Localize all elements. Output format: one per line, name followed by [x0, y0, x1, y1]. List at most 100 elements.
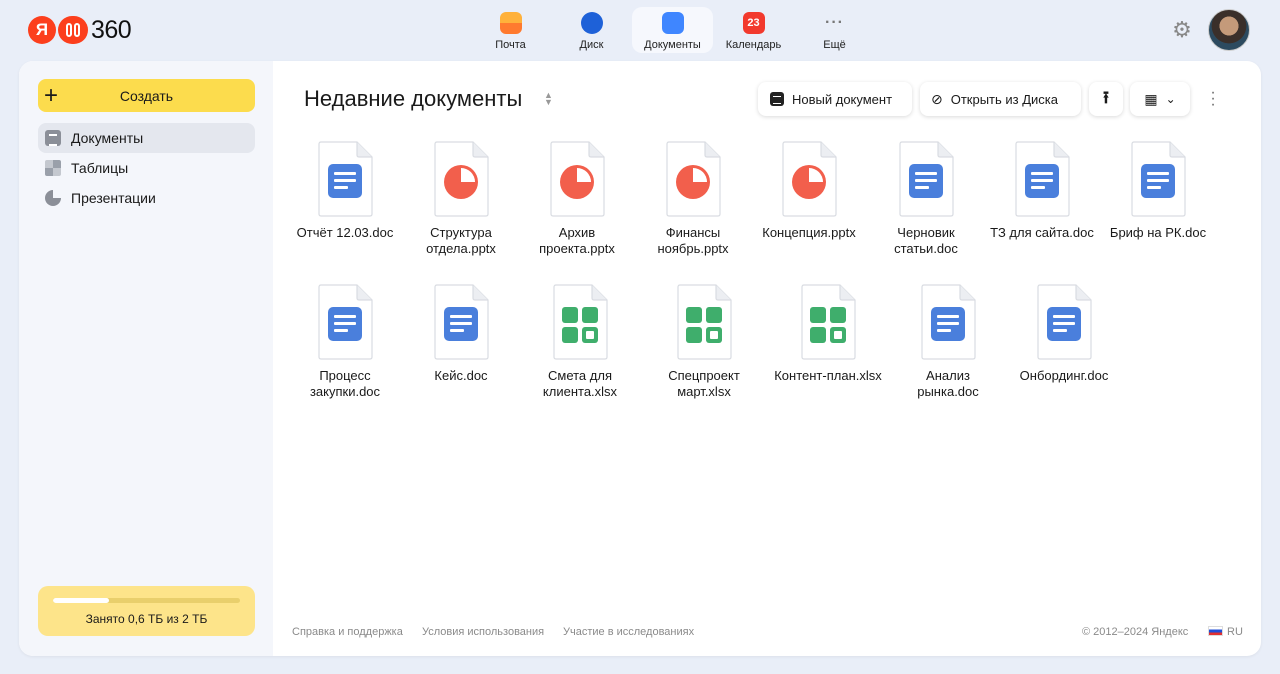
service-documents[interactable]: Документы	[632, 7, 713, 53]
file-name: Анализ рынка.doc	[917, 368, 979, 399]
ya-logo-icon: Я	[28, 16, 56, 44]
footer-link-support[interactable]: Справка и поддержка	[292, 626, 403, 638]
file-item[interactable]: Смета для клиента.xlsx	[522, 284, 638, 400]
file-item[interactable]: Анализ рынка.doc	[890, 284, 1006, 400]
gear-icon[interactable]: ⚙	[1171, 19, 1193, 41]
grid-view-icon: ▦	[1144, 90, 1158, 107]
sidebar-item-label: Таблицы	[71, 160, 129, 176]
calendar-date-badge: 23	[747, 17, 760, 29]
file-item[interactable]: Финансы ноябрь.pptx	[635, 141, 751, 257]
plus-icon: +	[44, 81, 59, 109]
file-item[interactable]: Кейс.doc	[403, 284, 519, 384]
file-item[interactable]: Отчёт 12.03.doc	[287, 141, 403, 241]
open-from-disk-button[interactable]: ⊘ Открыть из Диска	[920, 82, 1081, 116]
page-title: Недавние документы	[304, 86, 523, 111]
upload-button[interactable]: ⭱	[1089, 82, 1123, 116]
service-more[interactable]: ··· Ещё	[794, 7, 875, 53]
calendar-icon: 23	[742, 12, 765, 34]
doc-file-icon	[433, 284, 489, 360]
sidebar-item-tables[interactable]: Таблицы	[38, 153, 255, 183]
language-label: RU	[1227, 626, 1243, 638]
file-name: Черновик статьи.doc	[894, 225, 958, 256]
create-button[interactable]: + Создать	[38, 79, 255, 112]
new-document-button[interactable]: Новый документ	[758, 82, 912, 116]
rings-logo-icon	[58, 16, 88, 44]
footer-link-research[interactable]: Участие в исследованиях	[563, 626, 694, 638]
file-name: Контент-план.xlsx	[774, 368, 882, 383]
file-name: Финансы ноябрь.pptx	[657, 225, 729, 256]
russia-flag-icon	[1208, 626, 1223, 636]
service-label: Ещё	[823, 39, 846, 51]
presentation-icon	[45, 190, 61, 206]
copyright: © 2012–2024 Яндекс	[1082, 626, 1189, 638]
xlsx-file-icon	[800, 284, 856, 360]
service-disk[interactable]: Диск	[551, 7, 632, 53]
avatar[interactable]	[1208, 9, 1250, 51]
pptx-file-icon	[549, 141, 605, 217]
file-name: Структура отдела.pptx	[426, 225, 496, 256]
storage-widget[interactable]: Занято 0,6 ТБ из 2 ТБ	[38, 586, 255, 636]
pptx-file-icon	[781, 141, 837, 217]
sidebar-item-presentations[interactable]: Презентации	[38, 183, 255, 213]
file-item[interactable]: Процесс закупки.doc	[287, 284, 403, 400]
doc-file-icon	[1014, 141, 1070, 217]
file-name: Бриф на РК.doc	[1109, 225, 1207, 240]
service-label: Почта	[495, 39, 526, 51]
service-mail[interactable]: Почта	[470, 7, 551, 53]
pptx-file-icon	[433, 141, 489, 217]
file-item[interactable]: Концепция.pptx	[751, 141, 867, 241]
doc-file-icon	[317, 141, 373, 217]
file-name: Концепция.pptx	[762, 225, 856, 240]
file-name: Спецпроект март.xlsx	[668, 368, 740, 399]
sidebar-item-documents[interactable]: Документы	[38, 123, 255, 153]
view-mode-button[interactable]: ▦ ⌄	[1130, 82, 1190, 116]
service-calendar[interactable]: 23 Календарь	[713, 7, 794, 53]
disk-link-icon: ⊘	[931, 90, 943, 107]
file-name: Смета для клиента.xlsx	[542, 368, 618, 399]
file-name: Отчёт 12.03.doc	[296, 225, 394, 240]
storage-text: Занято 0,6 ТБ из 2 ТБ	[85, 612, 208, 626]
sidebar-item-label: Презентации	[71, 190, 156, 206]
file-name: Архив проекта.pptx	[539, 225, 615, 256]
file-name: Онбординг.doc	[1019, 368, 1109, 383]
new-document-label: Новый документ	[792, 91, 893, 107]
xlsx-file-icon	[676, 284, 732, 360]
open-from-disk-label: Открыть из Диска	[950, 91, 1059, 107]
more-options-icon[interactable]: · · ·	[1205, 85, 1221, 113]
document-icon	[770, 92, 784, 106]
chevron-down-icon: ⌄	[1165, 92, 1176, 106]
document-icon	[45, 130, 61, 146]
table-icon	[45, 160, 61, 176]
language-switch[interactable]: RU	[1208, 626, 1243, 638]
doc-file-icon	[920, 284, 976, 360]
file-item[interactable]: Бриф на РК.doc	[1100, 141, 1216, 241]
storage-progress-fill	[53, 598, 110, 603]
file-item[interactable]: Архив проекта.pptx	[519, 141, 635, 257]
file-item[interactable]: ТЗ для сайта.doc	[984, 141, 1100, 241]
upload-icon: ⭱	[1103, 87, 1109, 107]
footer-link-terms[interactable]: Условия использования	[422, 626, 544, 638]
pptx-file-icon	[665, 141, 721, 217]
service-label: Документы	[644, 39, 701, 51]
file-item[interactable]: Спецпроект март.xlsx	[646, 284, 762, 400]
storage-progress-bar	[53, 598, 240, 603]
services-bar: Почта Диск Документы 23 Календарь ··· Ещ…	[470, 7, 875, 53]
file-item[interactable]: Контент-план.xlsx	[770, 284, 886, 384]
doc-file-icon	[317, 284, 373, 360]
disk-icon	[580, 12, 603, 34]
service-label: Диск	[579, 39, 604, 51]
file-item[interactable]: Онбординг.doc	[1006, 284, 1122, 384]
sidebar: + Создать Документы Таблицы Презентации …	[19, 61, 273, 656]
yandex-360-logo[interactable]: Я 360	[28, 15, 132, 45]
more-icon: ···	[825, 14, 844, 31]
file-item[interactable]: Структура отдела.pptx	[403, 141, 519, 257]
file-name: Процесс закупки.doc	[309, 368, 381, 399]
logo-text: 360	[91, 15, 132, 44]
sort-icon[interactable]: ▲ ▼	[544, 91, 553, 107]
documents-icon	[661, 12, 684, 34]
doc-file-icon	[898, 141, 954, 217]
file-item[interactable]: Черновик статьи.doc	[868, 141, 984, 257]
doc-file-icon	[1130, 141, 1186, 217]
service-label: Календарь	[725, 39, 782, 51]
main-card: + Создать Документы Таблицы Презентации …	[19, 61, 1261, 656]
